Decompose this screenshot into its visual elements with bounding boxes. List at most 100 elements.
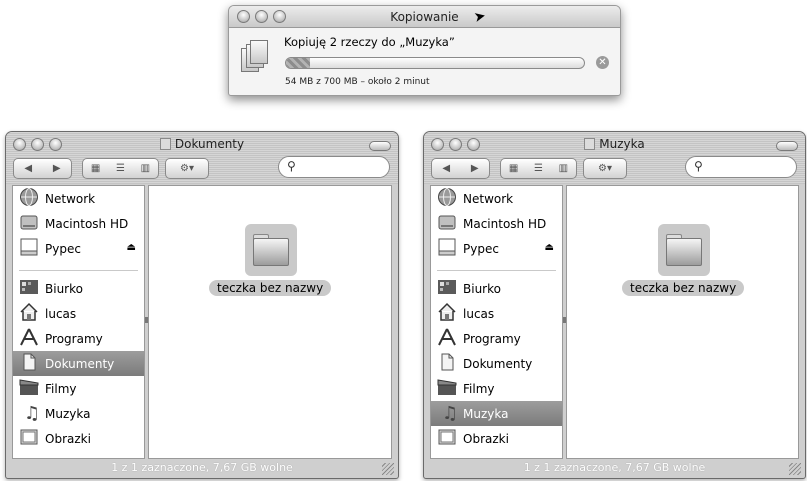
action-menu-button[interactable]: ⚙▾ — [165, 158, 209, 179]
desktop-icon — [19, 277, 45, 300]
copy-status: 54 MB z 700 MB – około 2 minut — [285, 77, 430, 87]
hard-drive-icon — [437, 212, 463, 235]
svg-text:♫: ♫ — [24, 403, 39, 422]
network-globe-icon — [437, 187, 463, 210]
gear-icon: ⚙▾ — [180, 163, 194, 174]
icon-view-icon[interactable]: ▦ — [509, 163, 518, 174]
sidebar-divider — [19, 261, 138, 271]
disk-icon — [19, 237, 45, 260]
back-forward-buttons[interactable]: ◀ ▶ — [431, 158, 490, 179]
sidebar-item-label: Programy — [45, 331, 103, 346]
sidebar-item-label: Muzyka — [45, 406, 91, 421]
sidebar-item-programy[interactable]: Programy — [13, 326, 144, 351]
finder-window-muzyka: Muzyka ◀ ▶ ▦ ☰ ▥ ⚙▾ ⚲ Network Macintosh HD Pypec ⏏… — [423, 131, 806, 479]
sidebar-item-macintosh-hd[interactable]: Macintosh HD — [13, 211, 144, 236]
view-mode-buttons[interactable]: ▦ ☰ ▥ — [82, 158, 159, 179]
home-icon — [19, 302, 45, 325]
sidebar-item-label: Filmy — [45, 381, 77, 396]
sidebar-item-lucas[interactable]: lucas — [431, 301, 562, 326]
folder-icon[interactable] — [245, 224, 297, 276]
sidebar-item-pypec[interactable]: Pypec ⏏ — [431, 236, 562, 261]
toolbar-toggle-button[interactable] — [369, 141, 391, 151]
window-title-text: Muzyka — [599, 137, 645, 151]
folder-proxy-icon[interactable] — [584, 138, 596, 150]
svg-text:♫: ♫ — [442, 403, 457, 422]
forward-arrow-icon[interactable]: ▶ — [471, 163, 479, 174]
window-title: Dokumenty — [6, 137, 398, 151]
window-title: Muzyka — [424, 137, 805, 151]
action-menu-button[interactable]: ⚙▾ — [583, 158, 627, 179]
search-field[interactable]: ⚲ — [278, 156, 390, 178]
eject-icon[interactable]: ⏏ — [127, 242, 136, 253]
search-icon: ⚲ — [694, 159, 703, 173]
sidebar-item-dokumenty[interactable]: Dokumenty — [431, 351, 562, 376]
sidebar-item-muzyka[interactable]: ♫ Muzyka — [13, 401, 144, 426]
sidebar-item-label: Network — [463, 191, 514, 206]
sidebar: Network Macintosh HD Pypec ⏏ Biurko lucas Prog… — [12, 185, 145, 459]
network-globe-icon — [19, 187, 45, 210]
folder-icon[interactable] — [658, 224, 710, 276]
search-field[interactable]: ⚲ — [685, 156, 797, 178]
folder-label[interactable]: teczka bez nazwy — [622, 280, 745, 296]
home-icon — [437, 302, 463, 325]
icon-view-icon[interactable]: ▦ — [91, 163, 100, 174]
sidebar-item-label: Network — [45, 191, 96, 206]
sidebar-item-network[interactable]: Network — [431, 186, 562, 211]
status-bar: 1 z 1 zaznaczone, 7,67 GB wolne — [111, 461, 293, 474]
music-icon: ♫ — [437, 402, 463, 425]
forward-arrow-icon[interactable]: ▶ — [53, 163, 61, 174]
view-mode-buttons[interactable]: ▦ ☰ ▥ — [500, 158, 577, 179]
sidebar-item-label: Muzyka — [463, 406, 509, 421]
sidebar-item-pypec[interactable]: Pypec ⏏ — [13, 236, 144, 261]
copy-progress-bar — [285, 57, 585, 69]
toolbar-toggle-button[interactable] — [776, 141, 798, 151]
sidebar-item-label: Filmy — [463, 381, 495, 396]
folder-label[interactable]: teczka bez nazwy — [209, 280, 332, 296]
sidebar-item-label: Biurko — [45, 281, 83, 296]
copy-dialog: Kopiowanie ➤ Kopiuję 2 rzeczy do „Muzyka… — [228, 5, 621, 96]
file-pane: teczka bez nazwy — [148, 185, 392, 459]
sidebar-item-programy[interactable]: Programy — [431, 326, 562, 351]
back-forward-buttons[interactable]: ◀ ▶ — [13, 158, 72, 179]
sidebar-item-macintosh-hd[interactable]: Macintosh HD — [431, 211, 562, 236]
disk-icon — [437, 237, 463, 260]
sidebar-item-obrazki[interactable]: Obrazki — [431, 426, 562, 451]
finder-window-dokumenty: Dokumenty ◀ ▶ ▦ ☰ ▥ ⚙▾ ⚲ Network Macintosh HD Pyp… — [5, 131, 399, 479]
sidebar-item-label: Dokumenty — [463, 356, 533, 371]
eject-icon[interactable]: ⏏ — [545, 242, 554, 253]
sidebar-item-muzyka[interactable]: ♫ Muzyka — [431, 401, 562, 426]
stop-copy-icon[interactable]: ✕ — [596, 56, 609, 69]
sidebar-item-label: Programy — [463, 331, 521, 346]
sidebar-item-filmy[interactable]: Filmy — [13, 376, 144, 401]
resize-grip-icon[interactable] — [382, 463, 394, 475]
resize-grip-icon[interactable] — [789, 463, 801, 475]
list-view-icon[interactable]: ☰ — [116, 163, 125, 174]
sidebar-item-label: Obrazki — [45, 431, 91, 446]
sidebar-item-biurko[interactable]: Biurko — [431, 276, 562, 301]
sidebar-item-biurko[interactable]: Biurko — [13, 276, 144, 301]
search-icon: ⚲ — [287, 159, 296, 173]
applications-icon — [437, 327, 463, 350]
window-title-text: Dokumenty — [174, 137, 245, 151]
sidebar-item-label: Obrazki — [463, 431, 509, 446]
column-view-icon[interactable]: ▥ — [559, 163, 568, 174]
gear-icon: ⚙▾ — [598, 163, 612, 174]
dialog-titlebar[interactable]: Kopiowanie ➤ — [229, 6, 620, 28]
column-view-icon[interactable]: ▥ — [141, 163, 150, 174]
movies-icon — [19, 377, 45, 400]
sidebar-item-network[interactable]: Network — [13, 186, 144, 211]
back-arrow-icon[interactable]: ◀ — [442, 163, 450, 174]
dialog-title: Kopiowanie — [390, 10, 459, 24]
documents-icon — [19, 352, 45, 375]
sidebar-item-obrazki[interactable]: Obrazki — [13, 426, 144, 451]
sidebar-item-label: Biurko — [463, 281, 501, 296]
documents-icon — [437, 352, 463, 375]
sidebar-item-label: Pypec — [463, 241, 499, 256]
folder-proxy-icon[interactable] — [159, 138, 171, 150]
sidebar-item-filmy[interactable]: Filmy — [431, 376, 562, 401]
back-arrow-icon[interactable]: ◀ — [24, 163, 32, 174]
sidebar-item-lucas[interactable]: lucas — [13, 301, 144, 326]
hard-drive-icon — [19, 212, 45, 235]
sidebar-item-dokumenty[interactable]: Dokumenty — [13, 351, 144, 376]
list-view-icon[interactable]: ☰ — [534, 163, 543, 174]
